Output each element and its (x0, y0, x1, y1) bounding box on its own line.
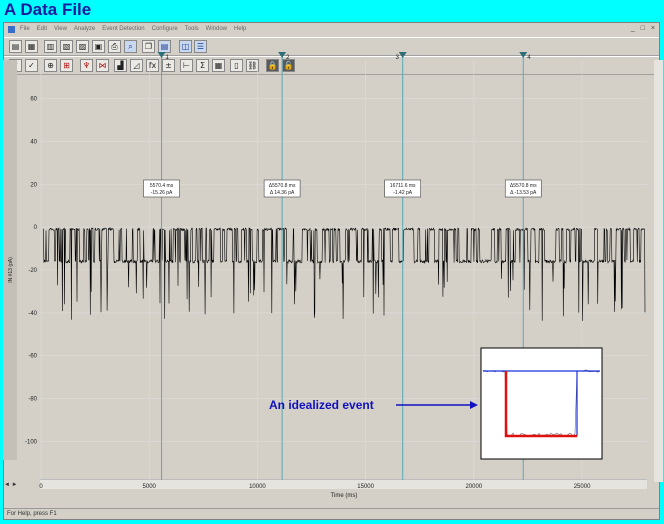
y-tick-label: 0 (34, 225, 38, 231)
annotation-label: An idealized event (269, 398, 374, 412)
y-tick-label: 60 (30, 97, 37, 103)
y-axis-title: IN #13 (pA) (8, 257, 14, 283)
x-tick-label: 0 (39, 484, 43, 490)
y-tick-label: 40 (30, 139, 37, 145)
x-tick-label: 5000 (143, 484, 157, 490)
cursor-readout-current: Δ -13.53 pA (510, 190, 537, 196)
cursor-number: 3 (396, 55, 400, 61)
x-tick-label: 25000 (574, 484, 591, 490)
y-tick-label: -60 (28, 354, 37, 360)
cursor-readout-time: 5570.4 ms (150, 183, 174, 189)
cursor-readout-time: Δ5570.8 ms (269, 183, 296, 189)
cursor-number: 4 (527, 55, 531, 61)
cursor-marker-icon[interactable] (278, 52, 287, 58)
cursor-readout-time: Δ5570.8 ms (510, 183, 537, 189)
cursor-number: 1 (166, 55, 170, 61)
cursor-number: 2 (286, 55, 290, 61)
cursor-marker-icon[interactable] (157, 52, 166, 58)
cursor-readout-current: -1.42 pA (393, 190, 413, 196)
trace-chart[interactable]: 60 40 20 0 -20 -40 -60 -80 -100 0 5000 10000 15000 20… (0, 0, 664, 524)
y-tick-label: -40 (28, 311, 37, 317)
x-axis-title: Time (ms) (331, 493, 358, 499)
x-tick-label: 10000 (249, 484, 266, 490)
y-tick-label: -80 (28, 397, 37, 403)
cursor-readout-current: Δ 14.36 pA (270, 190, 295, 196)
current-trace (42, 226, 646, 321)
y-tick-label: -20 (28, 268, 37, 274)
y-tick-label: -100 (25, 439, 38, 445)
idealized-event-inset (480, 347, 603, 460)
y-tick-label: 20 (30, 182, 37, 188)
x-tick-label: 20000 (466, 484, 483, 490)
cursor-marker-icon[interactable] (398, 52, 407, 58)
cursor-marker-icon[interactable] (519, 52, 528, 58)
cursor-readout-time: 16711.6 ms (390, 183, 416, 189)
x-tick-label: 15000 (357, 484, 374, 490)
cursor-readout-current: -15.26 pA (151, 190, 173, 196)
